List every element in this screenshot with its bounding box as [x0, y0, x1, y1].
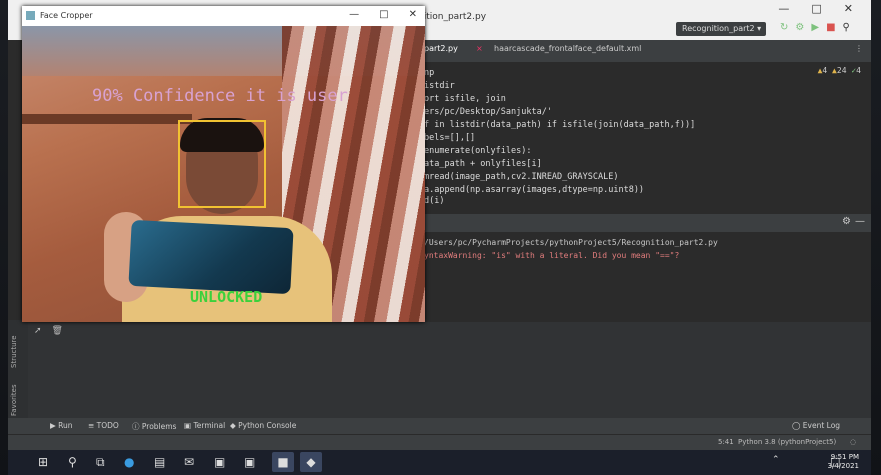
screen: nition_part2.py — □ ✕ Recognition_part2 …	[8, 0, 871, 450]
status-bar: 5:41 Python 3.8 (pythonProject5) ◌	[8, 434, 871, 450]
tab-part2[interactable]: part2.py	[424, 44, 458, 53]
tab-haarcascade[interactable]: haarcascade_frontalface_default.xml	[494, 44, 641, 53]
trash-icon[interactable]: 🗑	[52, 326, 63, 336]
unlocked-label: UNLOCKED	[190, 288, 263, 306]
edge-icon[interactable]: ●	[124, 455, 134, 469]
python-console-tool-button[interactable]: ◆ Python Console	[230, 421, 296, 430]
console-output: /Users/pc/PycharmProjects/pythonProject5…	[424, 238, 718, 247]
phone	[128, 219, 294, 295]
python-console-tool-label: Python Console	[238, 421, 297, 430]
ide-window-buttons: — □ ✕	[778, 2, 853, 15]
event-log-label: Event Log	[802, 421, 841, 430]
list-icon: ≡	[88, 421, 97, 430]
camera-feed: 90% Confidence it is user UNLOCKED	[22, 26, 425, 322]
gear-icon[interactable]: ⚙	[842, 216, 851, 227]
problems-tool-button[interactable]: ⓘ Problems	[132, 421, 176, 432]
face-cropper-window-buttons: — □ ✕	[349, 9, 417, 20]
run-console[interactable]: /Users/pc/PycharmProjects/pythonProject5…	[418, 232, 871, 322]
run-configuration-select[interactable]: Recognition_part2 ▾	[676, 22, 766, 36]
shelf	[22, 114, 192, 124]
structure-tool[interactable]: Structure	[10, 335, 18, 368]
code-line: bels=[],[]	[424, 133, 476, 143]
ok-count: 4	[856, 66, 861, 75]
close-icon[interactable]: ✕	[409, 9, 417, 20]
notifications-icon[interactable]: □	[830, 455, 840, 468]
rerun-icon[interactable]: ↻	[780, 22, 788, 33]
inspection-widget[interactable]: ▲4 ▲24 ✓4	[818, 66, 861, 75]
terminal-tool-button[interactable]: ▣ Terminal	[184, 421, 225, 430]
problems-icon: ⓘ	[132, 422, 142, 431]
code-line: istdir	[424, 81, 455, 91]
event-log-button[interactable]: ◯ Event Log	[792, 421, 840, 430]
mail-icon[interactable]: ✉	[184, 455, 194, 469]
lock-icon[interactable]: ◌	[850, 438, 856, 446]
code-line: np	[424, 68, 435, 78]
pycharm-taskbar-icon[interactable]: ■	[272, 452, 294, 472]
close-tab-icon[interactable]: ×	[476, 44, 483, 53]
search-icon[interactable]: ⚲	[68, 455, 77, 469]
warning-count: 4	[822, 66, 828, 75]
code-line: f in listdir(data_path) if isfile(join(d…	[424, 120, 696, 130]
code-line: ers/pc/Desktop/Sanjukta/'	[424, 107, 552, 117]
face-cropper-titlebar[interactable]: Face Cropper — □ ✕	[22, 6, 425, 26]
code-line: mread(image_path,cv2.INREAD_GRAYSCALE)	[424, 172, 619, 182]
chevron-up-icon[interactable]: ⌃	[772, 455, 780, 465]
weak-warning-count: 24	[836, 66, 847, 75]
terminal-tool-label: Terminal	[193, 421, 226, 430]
windows-start-icon[interactable]: ⊞	[38, 455, 48, 469]
run-icon: ▶	[50, 421, 59, 430]
cursor-position[interactable]: 5:41	[718, 438, 734, 446]
confidence-label: 90% Confidence it is user	[92, 86, 348, 106]
run-panel-actions: ➚ 🗑	[34, 326, 63, 336]
tabs-menu-icon[interactable]: ⋮	[855, 44, 863, 53]
run-panel-header: ⚙ —	[418, 214, 871, 232]
code-line: a.append(np.asarray(images,dtype=np.uint…	[424, 185, 645, 195]
code-editor[interactable]: ▲4 ▲24 ✓4 np istdir ort isfile, join ers…	[418, 62, 871, 206]
file-explorer-icon[interactable]: ▤	[154, 455, 165, 469]
python-taskbar-icon[interactable]: ◆	[300, 452, 322, 472]
ide-file-title: nition_part2.py	[418, 12, 487, 22]
ide-toolbar-icons: ↻ ⚙ ▶ ■ ⚲	[780, 22, 850, 33]
todo-tool-button[interactable]: ≡ TODO	[88, 421, 119, 430]
python-icon: ◆	[230, 421, 239, 430]
minimize-icon[interactable]: —	[778, 2, 789, 15]
monitor-frame: nition_part2.py — □ ✕ Recognition_part2 …	[0, 0, 881, 475]
favorites-tool[interactable]: Favorites	[10, 384, 18, 416]
code-line: d(i)	[424, 196, 445, 206]
code-line: ata_path + onlyfiles[i]	[424, 159, 542, 169]
code-line: enumerate(onlyfiles):	[424, 146, 532, 156]
face-detection-box	[178, 120, 266, 208]
interpreter-status[interactable]: Python 3.8 (pythonProject5)	[738, 438, 836, 446]
run-tool-label: Run	[58, 421, 73, 430]
maximize-icon[interactable]: □	[811, 2, 821, 15]
left-tool-strip: Structure Favorites	[8, 320, 28, 430]
chevron-down-icon: ▾	[757, 24, 762, 33]
debug-icon[interactable]: ⚙	[795, 22, 804, 33]
hide-panel-icon[interactable]: —	[855, 216, 865, 227]
maximize-icon[interactable]: □	[379, 9, 388, 20]
minimize-icon[interactable]: —	[349, 9, 359, 20]
face-cropper-window[interactable]: Face Cropper — □ ✕ 90% Confidence it is …	[22, 6, 425, 322]
run-tool-button[interactable]: ▶ Run	[50, 421, 73, 430]
code-line: ort isfile, join	[424, 94, 506, 104]
tool-panel-area	[28, 322, 871, 418]
close-icon[interactable]: ✕	[844, 2, 853, 15]
search-icon[interactable]: ⚲	[843, 22, 850, 33]
problems-tool-label: Problems	[141, 422, 177, 431]
photos-icon[interactable]: ▣	[244, 455, 255, 469]
app-icon	[26, 11, 35, 20]
event-log-icon: ◯	[792, 421, 803, 430]
tool-window-bar: ▶ Run ≡ TODO ⓘ Problems ▣ Terminal ◆ Pyt…	[8, 418, 871, 434]
taskbar: ⊞ ⚲ ⧉ ● ▤ ✉ ▣ ▣ ■ ◆ ⌃ 9:51 PM 3/4/2021 □	[8, 450, 871, 475]
face-cropper-title: Face Cropper	[40, 11, 93, 20]
run-configuration-label: Recognition_part2	[682, 24, 755, 33]
pin-icon[interactable]: ➚	[34, 326, 42, 336]
todo-tool-label: TODO	[96, 421, 119, 430]
task-view-icon[interactable]: ⧉	[96, 455, 105, 470]
stop-icon[interactable]: ■	[826, 22, 835, 33]
store-icon[interactable]: ▣	[214, 455, 225, 469]
coverage-icon[interactable]: ▶	[811, 22, 819, 33]
console-warning: yntaxWarning: "is" with a literal. Did y…	[424, 251, 680, 260]
editor-tabs: part2.py × haarcascade_frontalface_defau…	[418, 40, 871, 62]
